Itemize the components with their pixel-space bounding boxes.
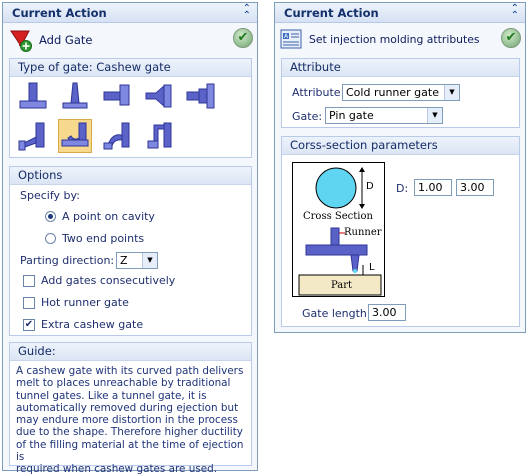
gate-type-heading: Type of gate: Cashew gate (10, 59, 251, 77)
guide-line: due to the shape. Therefore higher ducti… (16, 426, 243, 439)
parting-direction-select[interactable]: Z ▼ (116, 252, 158, 269)
side-gate-icon (103, 84, 130, 106)
add-gates-consecutively-label: Add gates consecutively (41, 274, 176, 287)
direct-gate-button[interactable] (16, 79, 50, 113)
dropdown-arrow-icon[interactable]: ▼ (427, 108, 442, 123)
parting-direction-value: Z (120, 254, 128, 267)
diagram-d-label: D (366, 181, 374, 192)
add-gate-label: Add Gate (39, 33, 93, 47)
gate-label: Gate: (292, 110, 323, 123)
extra-cashew-gate-checkbox[interactable]: ✔ (23, 319, 35, 331)
right-task-panel: Current Action ⌃ ⌃ A Set injection moldin… (274, 2, 526, 333)
banana-gate-icon (103, 122, 130, 150)
options-heading: Options (10, 167, 251, 185)
cross-section-group: Corss-section parameters D Cross Section… (281, 136, 520, 327)
guide-line: required when cashew gates are used. (16, 463, 218, 476)
ok-check-button[interactable]: ✔ (233, 28, 253, 48)
attribute-group: Attribute Attribute: Cold runner gate ▼ … (281, 58, 520, 128)
guide-line: may endure more distortion in the proces… (16, 414, 238, 427)
pin-gate-button[interactable] (58, 79, 92, 113)
guide-line: melt to places unreachable by traditiona… (16, 377, 231, 390)
gate-select[interactable]: Pin gate ▼ (325, 107, 443, 124)
tab-gate-icon (186, 83, 215, 109)
collapse-icon[interactable]: ⌃ ⌃ (511, 4, 519, 21)
fan-gate-icon (145, 84, 172, 108)
hot-runner-gate-label: Hot runner gate (41, 296, 129, 309)
add-gate-icon (10, 30, 32, 52)
diagram-runner-label: Runner (344, 227, 382, 238)
d-label: D: (396, 182, 409, 195)
gate-type-group: Type of gate: Cashew gate (9, 58, 252, 158)
dropdown-arrow-icon[interactable]: ▼ (444, 85, 459, 100)
guide-text: A cashew gate with its curved path deliv… (16, 365, 254, 476)
d-max-input[interactable]: 3.00 (456, 179, 494, 196)
extra-cashew-gate-label: Extra cashew gate (41, 318, 144, 331)
radio-point-on-cavity-label: A point on cavity (62, 210, 155, 223)
submarine-gate-button[interactable] (16, 119, 50, 153)
right-panel-title: Current Action (284, 6, 379, 20)
guide-group: Guide: A cashew gate with its curved pat… (9, 342, 252, 475)
guide-line: automatically removed during ejection bu… (16, 401, 239, 414)
guide-line: A cashew gate with its curved path deliv… (16, 365, 244, 377)
attribute-label: Attribute: (292, 86, 345, 99)
diagram-l-label: L (369, 262, 375, 273)
ok-check-button[interactable]: ✔ (501, 28, 521, 48)
banana-gate-button[interactable] (100, 119, 134, 153)
cashew-gate-button[interactable] (58, 119, 92, 153)
attributes-icon: A (280, 29, 302, 49)
add-gate-action-row: Add Gate ✔ (7, 28, 253, 52)
right-panel-header: Current Action ⌃ ⌃ (275, 3, 525, 23)
options-group: Options Specify by: A point on cavity Tw… (9, 166, 252, 336)
radio-point-on-cavity[interactable] (45, 211, 56, 222)
set-attributes-label: Set injection molding attributes (309, 33, 480, 46)
left-task-panel: Current Action ⌃ ⌃ Add Gate ✔ Type of gat… (2, 2, 258, 475)
parting-direction-label: Parting direction: (20, 254, 115, 267)
guide-heading: Guide: (10, 343, 251, 361)
gate-length-label: Gate length: (302, 307, 371, 320)
guide-line: tunnel gates. Like a tunnel gate, it is (16, 389, 207, 402)
pin-gate-diagram: D Cross Section Runner L Part (292, 162, 385, 297)
gate-value: Pin gate (329, 109, 374, 122)
radio-two-end-points[interactable] (45, 233, 56, 244)
fan-gate-button[interactable] (142, 79, 176, 113)
hook-gate-icon (147, 122, 172, 149)
gate-length-input[interactable]: 3.00 (368, 304, 406, 321)
radio-two-end-points-label: Two end points (62, 232, 145, 245)
d-min-input[interactable]: 1.00 (414, 179, 452, 196)
diagram-part-label: Part (331, 280, 353, 291)
cashew-gate-icon (61, 122, 89, 147)
hot-runner-gate-checkbox[interactable] (23, 297, 35, 309)
specify-by-label: Specify by: (20, 189, 80, 202)
cross-section-heading: Corss-section parameters (282, 137, 519, 155)
tab-gate-button[interactable] (184, 79, 218, 113)
direct-gate-icon (19, 82, 47, 109)
left-panel-header: Current Action ⌃ ⌃ (3, 3, 257, 23)
submarine-gate-icon (18, 122, 45, 151)
guide-line: of the filling material at the time of e… (16, 438, 244, 464)
add-gates-consecutively-checkbox[interactable] (23, 275, 35, 287)
attribute-heading: Attribute (282, 59, 519, 77)
collapse-icon[interactable]: ⌃ ⌃ (243, 4, 251, 21)
attribute-value: Cold runner gate (346, 86, 439, 99)
side-gate-button[interactable] (100, 79, 134, 113)
left-panel-title: Current Action (12, 6, 107, 20)
hook-gate-button[interactable] (142, 119, 176, 153)
attribute-select[interactable]: Cold runner gate ▼ (342, 84, 460, 101)
diagram-cross-section-label: Cross Section (303, 211, 373, 222)
pin-gate-icon (62, 82, 88, 109)
set-attributes-action-row: A Set injection molding attributes ✔ (279, 28, 521, 52)
dropdown-arrow-icon[interactable]: ▼ (142, 253, 157, 268)
